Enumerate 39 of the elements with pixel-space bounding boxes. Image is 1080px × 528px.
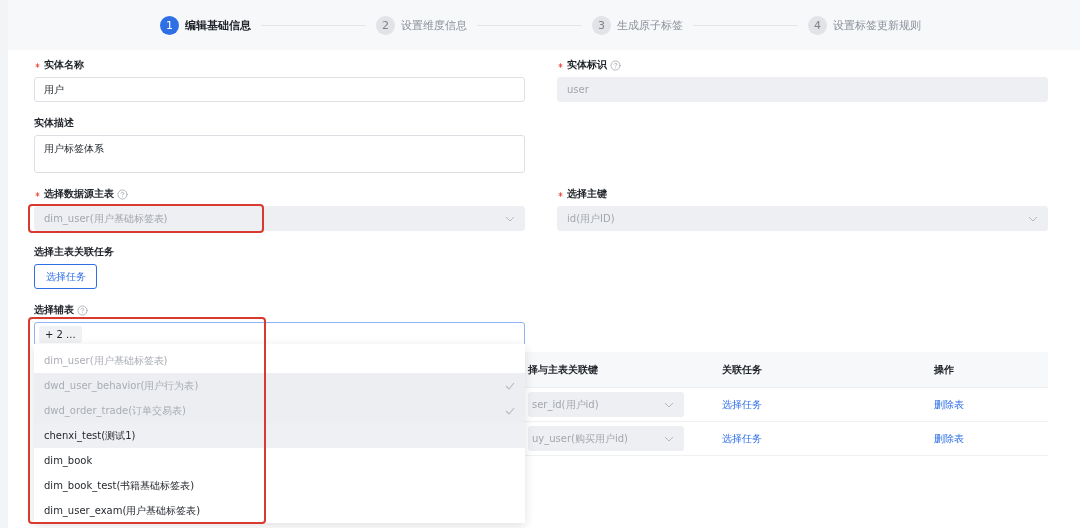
select-task-link[interactable]: 选择任务 [722, 397, 762, 412]
chevron-down-icon [505, 215, 515, 222]
field-label: 实体标识 [567, 58, 607, 72]
step-number: 1 [160, 15, 179, 35]
field-label: 实体描述 [34, 116, 74, 130]
check-icon [505, 381, 515, 390]
dropdown-option[interactable]: dim_book [34, 448, 525, 473]
step-label[interactable]: 生成原子标签 [617, 17, 683, 33]
step-number: 2 [376, 15, 395, 35]
column-header: 操作 [934, 362, 955, 377]
step-label[interactable]: 设置维度信息 [401, 17, 467, 33]
column-header: 择与主表关联键 [528, 362, 599, 377]
dropdown-option[interactable]: chenxi_test(测试1) [34, 423, 525, 448]
select-value: ser_id(用户id) [532, 397, 599, 412]
check-icon [505, 406, 515, 415]
textarea-field[interactable]: 用户标签体系 [34, 135, 525, 173]
delete-table-link[interactable]: 删除表 [934, 397, 964, 412]
dropdown-option[interactable]: dim_user_exam(用户基础标签表) [34, 498, 525, 523]
field-label: 选择主表关联任务 [34, 245, 114, 259]
field-label: 选择主键 [567, 187, 607, 201]
step-label[interactable]: 编辑基础信息 [185, 17, 251, 33]
field-label: 选择辅表 [34, 303, 74, 317]
field-label: 选择数据源主表 [44, 187, 114, 201]
column-header: 关联任务 [722, 362, 763, 377]
select-task-button[interactable]: 选择任务 [34, 264, 97, 289]
multi-select-field[interactable]: + 2 ... [34, 322, 525, 346]
input-field[interactable]: 用户 [34, 77, 525, 102]
step-number: 3 [592, 15, 611, 35]
count-tag: + 2 ... [39, 325, 82, 343]
delete-table-link[interactable]: 删除表 [934, 431, 964, 446]
dropdown-option[interactable]: dim_book_test(书籍基础标签表) [34, 473, 525, 498]
chevron-down-icon [664, 435, 674, 442]
chevron-down-icon [1028, 215, 1038, 222]
field-label: 实体名称 [44, 58, 84, 72]
select-task-link[interactable]: 选择任务 [722, 431, 762, 446]
select-value: uy_user(购买用户id) [532, 431, 628, 446]
chevron-down-icon [664, 401, 674, 408]
step-number: 4 [808, 15, 827, 35]
step-label[interactable]: 设置标签更新规则 [833, 17, 921, 33]
